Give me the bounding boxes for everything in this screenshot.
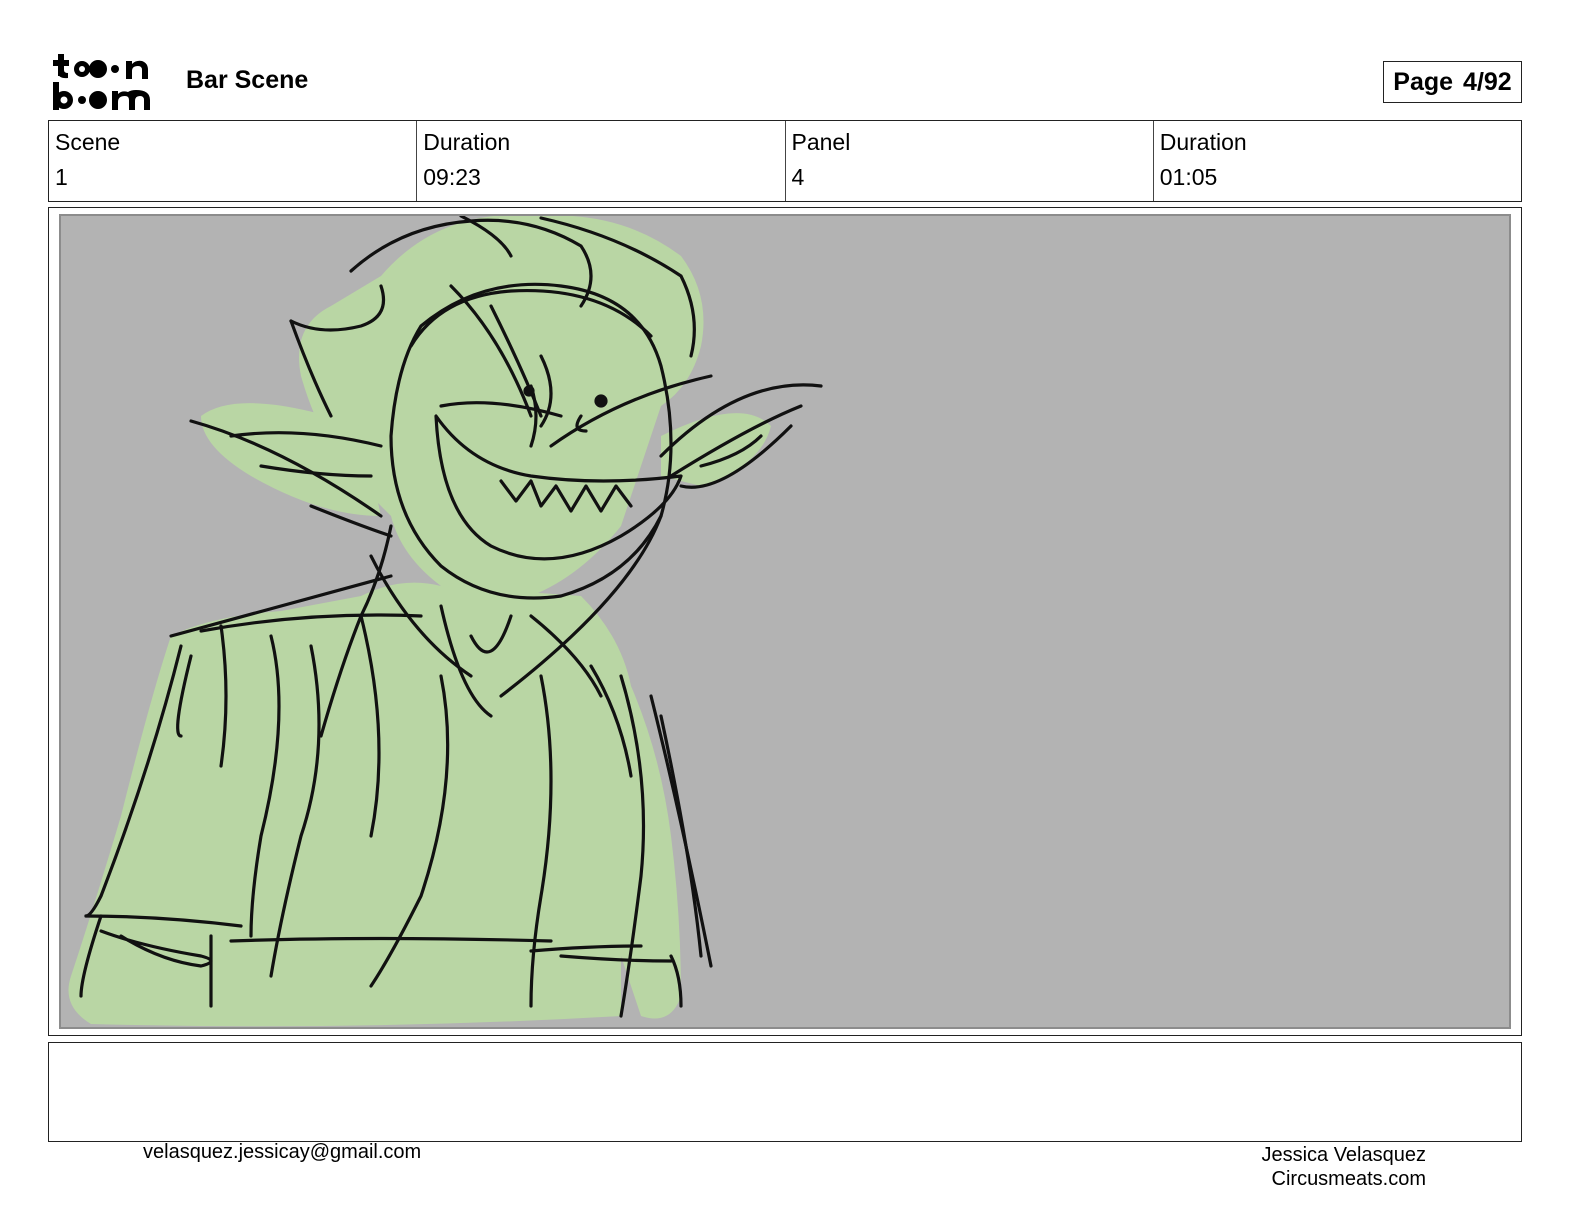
- goblin-sketch-drawing: [68, 216, 823, 1027]
- info-label: Scene: [55, 129, 121, 155]
- panel-info-table: Scene 1 Duration 09:23 Panel 4 Duration …: [48, 120, 1522, 202]
- footer-credits: Jessica Velasquez Circusmeats.com: [1261, 1143, 1426, 1191]
- info-value: 4: [791, 164, 805, 190]
- storyboard-panel-frame: [48, 207, 1522, 1036]
- info-cell-panel: Panel 4: [786, 121, 1154, 201]
- document-title: Bar Scene: [186, 66, 309, 94]
- footer-website: Circusmeats.com: [1271, 1168, 1426, 1190]
- info-value: 09:23: [423, 164, 481, 190]
- info-value: 01:05: [1159, 164, 1218, 190]
- info-label: Duration: [1159, 129, 1247, 155]
- info-label: Duration: [423, 129, 511, 155]
- footer-author: Jessica Velasquez: [1261, 1144, 1426, 1166]
- info-cell-scene: Scene 1: [49, 121, 418, 201]
- page-indicator: Page 4/92: [1383, 61, 1522, 103]
- storyboard-panel-image: [59, 214, 1511, 1029]
- info-label: Panel: [791, 129, 851, 155]
- footer-email: velasquez.jessicay@gmail.com: [143, 1141, 422, 1163]
- panel-notes-box: [48, 1042, 1522, 1142]
- info-cell-scene-duration: Duration 09:23: [417, 121, 786, 201]
- page-label: Page: [1393, 67, 1454, 96]
- info-value: 1: [55, 164, 68, 190]
- page-value: 4/92: [1463, 67, 1512, 96]
- toonboom-logo-icon: [53, 54, 150, 110]
- info-cell-panel-duration: Duration 01:05: [1154, 121, 1521, 201]
